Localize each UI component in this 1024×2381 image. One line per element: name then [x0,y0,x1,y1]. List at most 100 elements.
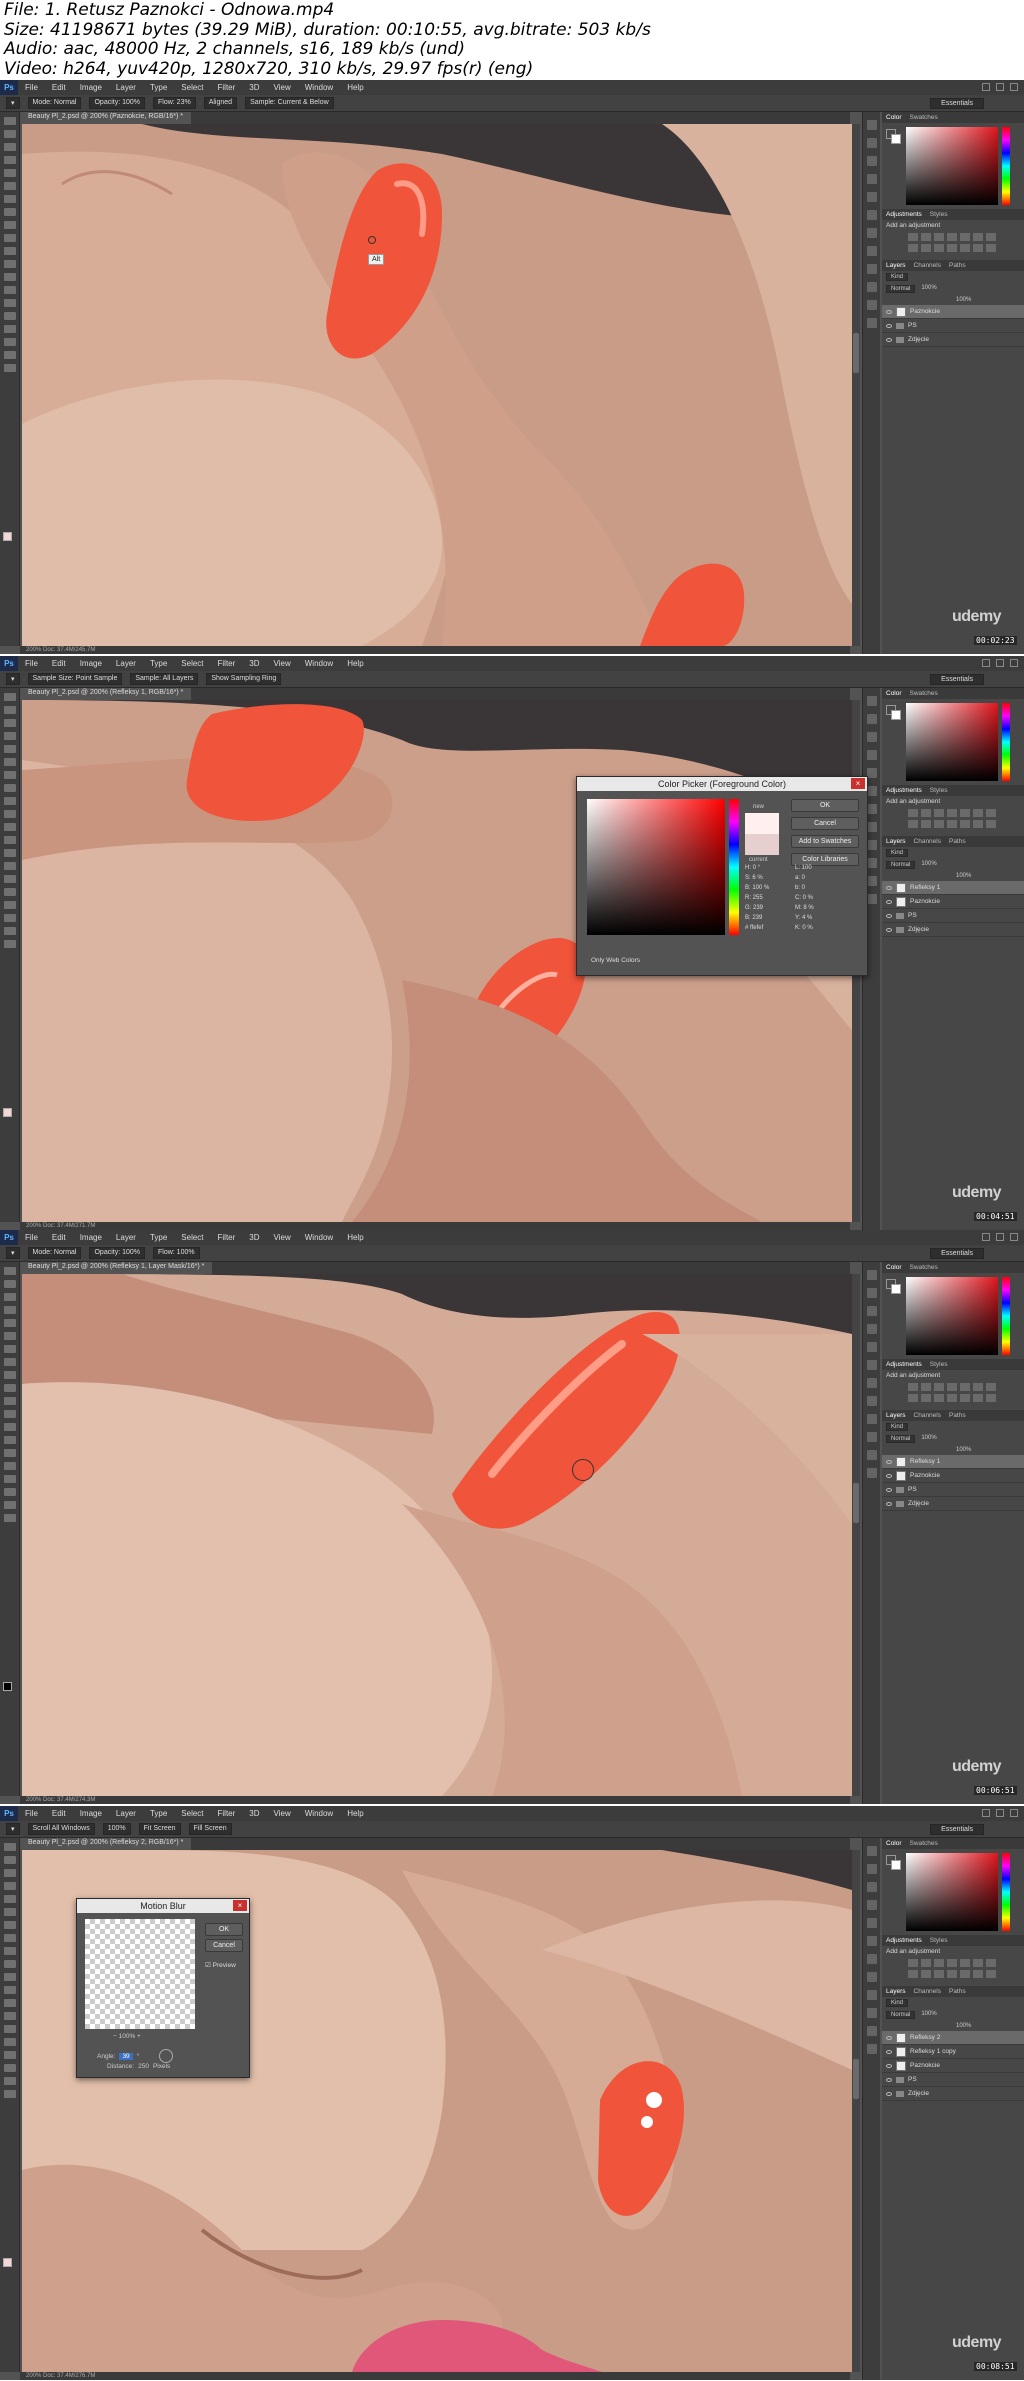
blur-tool-icon[interactable] [4,1423,16,1431]
adjustment-icon[interactable] [934,1970,944,1978]
dock-panel-icon[interactable] [867,714,877,724]
dock-panel-icon[interactable] [867,1432,877,1442]
menu-help[interactable]: Help [340,83,370,92]
history-brush-tool-icon[interactable] [4,1960,16,1968]
fill-value[interactable]: 100% [956,297,971,303]
menu-select[interactable]: Select [174,1233,210,1242]
visibility-eye-icon[interactable] [886,2077,892,2082]
layer-row[interactable]: Refleksy 2 [882,2031,1024,2045]
visibility-eye-icon[interactable] [886,323,892,328]
dock-panel-icon[interactable] [867,120,877,130]
eyedropper-tool-icon[interactable] [4,758,16,766]
adjustment-icon[interactable] [960,1394,970,1402]
lab-value[interactable]: b: 0 [795,883,845,893]
adjustment-icon[interactable] [921,244,931,252]
move-tool-icon[interactable] [4,1843,16,1851]
color-panel-tabs[interactable]: Color Swatches [882,112,1024,123]
adjustment-icon[interactable] [908,1383,918,1391]
visibility-eye-icon[interactable] [886,927,892,932]
photoshop-logo[interactable]: Ps [0,1230,18,1245]
dock-panel-icon[interactable] [867,840,877,850]
layer-row[interactable]: PS [882,1483,1024,1497]
adjustment-icon[interactable] [986,1970,996,1978]
hue-slider[interactable] [1002,703,1010,781]
option-item[interactable]: Show Sampling Ring [206,673,282,685]
pen-tool-icon[interactable] [4,875,16,883]
layer-row[interactable]: Zdjęcie [882,333,1024,347]
color-panel-tabs[interactable]: Color Swatches [882,1262,1024,1273]
maximize-icon[interactable] [996,659,1004,667]
visibility-eye-icon[interactable] [886,2035,892,2040]
dock-panel-icon[interactable] [867,732,877,742]
tool-preset-picker[interactable]: ▾ [6,673,20,685]
blur-preview[interactable] [85,1919,195,2029]
layers-panel-tabs[interactable]: Layers Channels Paths [882,1410,1024,1421]
dodge-tool-icon[interactable] [4,1436,16,1444]
menu-view[interactable]: View [267,1233,298,1242]
tab-layers[interactable]: Layers [886,260,906,271]
option-item[interactable]: Fill Screen [188,1823,232,1835]
menu-select[interactable]: Select [174,1809,210,1818]
adjustment-icon[interactable] [960,1959,970,1967]
visibility-eye-icon[interactable] [886,1487,892,1492]
rgb-value[interactable]: G: 239 [745,903,795,913]
brush-tool-icon[interactable] [4,784,16,792]
adjustment-icon[interactable] [934,1394,944,1402]
option-item[interactable]: Opacity: 100% [89,97,146,109]
adjustment-icon[interactable] [947,809,957,817]
option-item[interactable]: Mode: Normal [27,97,82,109]
menu-3d[interactable]: 3D [242,83,266,92]
adjustment-icon[interactable] [908,1970,918,1978]
dock-panel-icon[interactable] [867,1882,877,1892]
adjustment-icon[interactable] [947,820,957,828]
angle-dial-icon[interactable] [159,2049,174,2063]
path-select-tool-icon[interactable] [4,2051,16,2059]
adjustment-icon[interactable] [921,809,931,817]
clone-stamp-tool-icon[interactable] [4,797,16,805]
healing-tool-icon[interactable] [4,1921,16,1929]
menu-window[interactable]: Window [298,1233,340,1242]
clone-stamp-tool-icon[interactable] [4,1371,16,1379]
adjustment-icon[interactable] [986,820,996,828]
color-panel-tabs[interactable]: Color Swatches [882,688,1024,699]
ok-button[interactable]: OK [205,1923,243,1936]
dock-panel-icon[interactable] [867,1414,877,1424]
close-icon[interactable]: × [851,778,865,789]
type-tool-icon[interactable] [4,1462,16,1470]
menu-image[interactable]: Image [73,1809,109,1818]
eyedropper-tool-icon[interactable] [4,1908,16,1916]
dock-panel-icon[interactable] [867,318,877,328]
dock-panel-icon[interactable] [867,822,877,832]
visibility-eye-icon[interactable] [886,885,892,890]
background-swatch[interactable] [891,1860,901,1870]
layer-row[interactable]: PS [882,319,1024,333]
adjustment-icon[interactable] [921,820,931,828]
dock-panel-icon[interactable] [867,1846,877,1856]
option-item[interactable]: Aligned [203,97,238,109]
layer-row[interactable]: Refleksy 1 [882,1455,1024,1469]
maximize-icon[interactable] [996,83,1004,91]
adjustment-icon[interactable] [908,1959,918,1967]
quick-select-tool-icon[interactable] [4,732,16,740]
adjustment-icon[interactable] [934,809,944,817]
menu-filter[interactable]: Filter [211,83,243,92]
tab-channels[interactable]: Channels [914,260,941,271]
tab-layers[interactable]: Layers [886,1410,906,1421]
tab-paths[interactable]: Paths [949,1410,966,1421]
dock-panel-icon[interactable] [867,1468,877,1478]
adjustment-icon[interactable] [908,1394,918,1402]
background-swatch[interactable] [891,1284,901,1294]
adjustment-icon[interactable] [973,1970,983,1978]
color-spectrum[interactable] [906,703,998,781]
dock-panel-icon[interactable] [867,696,877,706]
distance-input[interactable]: 250 [138,2063,149,2070]
type-tool-icon[interactable] [4,312,16,320]
dock-panel-icon[interactable] [867,138,877,148]
rgb-value[interactable]: B: 239 [745,913,795,923]
menu-help[interactable]: Help [340,1233,370,1242]
minimize-icon[interactable] [982,659,990,667]
fill-value[interactable]: 100% [956,2023,971,2029]
color-spectrum[interactable] [906,127,998,205]
adjustment-icon[interactable] [921,1970,931,1978]
tab-styles[interactable]: Styles [930,1935,948,1946]
